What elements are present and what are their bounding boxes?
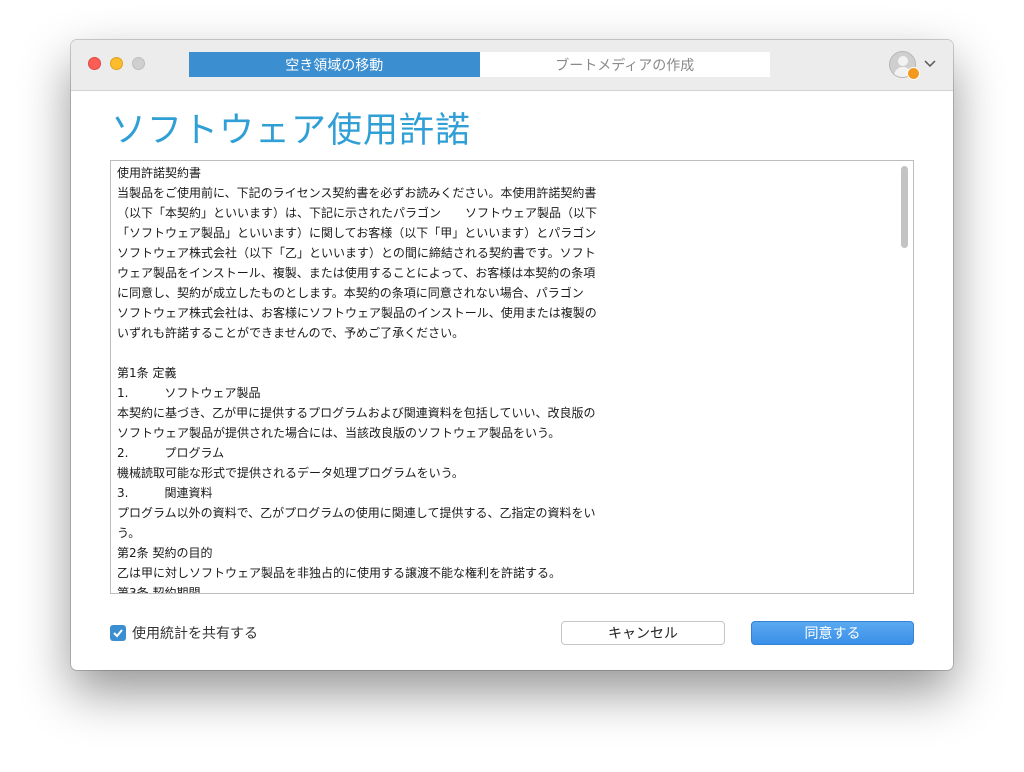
share-stats-checkbox[interactable] <box>110 625 126 641</box>
minimize-window-button[interactable] <box>110 57 123 70</box>
license-line: ソフトウェア製品が提供された場合には、当該改良版のソフトウェア製品をいう。 <box>117 426 561 440</box>
tab-move-free-space[interactable]: 空き領域の移動 <box>189 52 480 77</box>
license-line: 本契約に基づき、乙が甲に提供するプログラムおよび関連資料を包括していい、改良版の <box>117 406 596 420</box>
license-line: に同意し、契約が成立したものとします。本契約の条項に同意されない場合、パラゴン <box>117 286 584 300</box>
license-line: 2. プログラム <box>117 446 225 460</box>
zoom-window-button[interactable] <box>132 57 145 70</box>
license-line: 第3条 契約期間 <box>117 586 201 594</box>
license-line: 「ソフトウェア製品」といいます）に関してお客様（以下「甲」といいます）とパラゴン <box>117 226 597 240</box>
license-agreement-text: 使用許諾契約書当製品をご使用前に、下記のライセンス契約書を必ずお読みください。本… <box>117 163 677 594</box>
license-line: ソフトウェア株式会社（以下「乙」といいます）との間に締結される契約書です。ソフト <box>117 246 596 260</box>
agree-button[interactable]: 同意する <box>751 621 914 645</box>
license-line: 第2条 契約の目的 <box>117 546 213 560</box>
share-stats-label: 使用統計を共有する <box>132 626 258 642</box>
share-stats-option[interactable]: 使用統計を共有する <box>110 623 258 643</box>
tab-create-boot-media[interactable]: ブートメディアの作成 <box>479 52 770 77</box>
cancel-button[interactable]: キャンセル <box>561 621 725 645</box>
title-bar: 空き領域の移動 ブートメディアの作成 <box>71 40 953 91</box>
license-line: プログラム以外の資料で、乙がプログラムの使用に関連して提供する、乙指定の資料をい <box>117 506 596 520</box>
license-line: （以下「本契約」といいます）は、下記に示されたパラゴン ソフトウェア製品（以下 <box>117 206 598 220</box>
license-line: 第1条 定義 <box>117 366 177 380</box>
installer-window: 空き領域の移動 ブートメディアの作成 ソフトウェア使用許諾 使用許諾契約書当製品… <box>71 40 953 670</box>
license-text-area[interactable]: 使用許諾契約書当製品をご使用前に、下記のライセンス契約書を必ずお読みください。本… <box>110 160 914 594</box>
license-line: 乙は甲に対しソフトウェア製品を非独占的に使用する譲渡不能な権利を許諾する。 <box>117 566 562 580</box>
scrollbar-thumb[interactable] <box>901 166 908 248</box>
license-line: 3. 関連資料 <box>117 486 213 500</box>
license-line: ソフトウェア株式会社は、お客様にソフトウェア製品のインストール、使用または複製の <box>117 306 597 320</box>
page-title: ソフトウェア使用許諾 <box>111 111 472 151</box>
license-line: 使用許諾契約書 <box>117 166 202 180</box>
license-line: ウェア製品をインストール、複製、または使用することによって、お客様は本契約の条項 <box>117 266 596 280</box>
license-line: 1. ソフトウェア製品 <box>117 386 261 400</box>
license-line: いずれも許諾することができませんので、予めご了承ください。 <box>117 326 465 340</box>
license-line <box>117 343 677 363</box>
license-line: う。 <box>117 526 141 540</box>
license-line: 機械読取可能な形式で提供されるデータ処理プログラムをいう。 <box>117 466 464 480</box>
chevron-down-icon[interactable] <box>924 59 936 69</box>
license-line: 当製品をご使用前に、下記のライセンス契約書を必ずお読みください。本使用許諾契約書 <box>117 186 597 200</box>
mode-segmented-control: 空き領域の移動 ブートメディアの作成 <box>189 52 770 77</box>
notification-badge-icon <box>907 67 920 80</box>
close-window-button[interactable] <box>88 57 101 70</box>
checkmark-icon <box>113 629 123 638</box>
